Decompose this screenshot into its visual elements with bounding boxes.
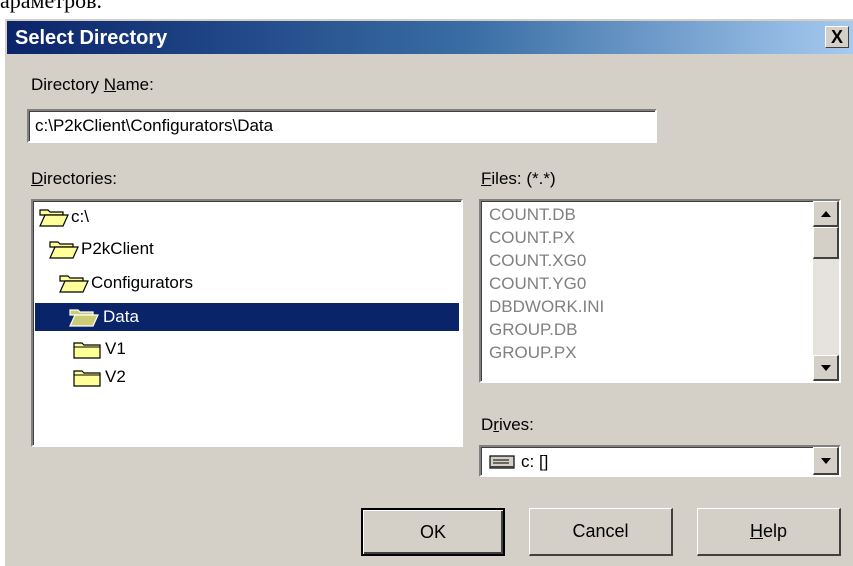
folder-open-icon — [49, 241, 79, 259]
chevron-down-icon — [821, 458, 831, 464]
dir-item-configurators[interactable]: Configurators — [55, 269, 295, 297]
close-button[interactable]: X — [825, 26, 849, 48]
drives-value: c: [] — [521, 452, 549, 471]
close-icon: X — [830, 27, 843, 47]
drives-select[interactable]: c: [] — [479, 445, 841, 477]
file-item[interactable]: COUNT.YG0 — [489, 272, 586, 295]
directory-name-input[interactable]: c:\P2kClient\Configurators\Data — [27, 109, 657, 143]
dialog-title: Select Directory — [15, 27, 168, 49]
drive-icon — [489, 455, 515, 469]
title-bar[interactable]: Select Directory X — [7, 21, 853, 54]
scroll-down-button[interactable] — [813, 355, 839, 381]
arrow-down-icon — [821, 365, 831, 371]
files-list[interactable]: COUNT.DB COUNT.PX COUNT.XG0 COUNT.YG0 DB… — [479, 199, 841, 383]
file-item[interactable]: COUNT.DB — [489, 203, 576, 226]
drives-label: Drives: — [481, 415, 534, 434]
scroll-thumb[interactable] — [813, 227, 839, 259]
folder-closed-icon — [73, 370, 101, 387]
files-label: Files: (*.*) — [481, 169, 556, 188]
directories-label: Directories: — [31, 169, 117, 188]
select-directory-dialog: Select Directory X Directory Name: c:\P2… — [4, 18, 853, 566]
folder-open-icon — [69, 309, 99, 327]
arrow-up-icon — [821, 211, 831, 217]
directory-name-label: Directory Name: — [31, 75, 154, 94]
directories-list[interactable]: c:\ P2kClient Configurators Data V1 V2 — [31, 199, 463, 447]
folder-closed-icon — [73, 342, 101, 359]
dir-item-p2kclient[interactable]: P2kClient — [45, 235, 245, 263]
file-item[interactable]: GROUP.DB — [489, 318, 578, 341]
cancel-button[interactable]: Cancel — [529, 508, 673, 556]
file-item[interactable]: COUNT.PX — [489, 226, 575, 249]
file-item[interactable]: COUNT.XG0 — [489, 249, 586, 272]
files-scrollbar[interactable] — [813, 201, 839, 381]
folder-open-icon — [39, 209, 69, 227]
background-text: араметров. — [0, 0, 102, 13]
file-item[interactable]: GROUP.PX — [489, 341, 577, 359]
dir-item-v2[interactable]: V2 — [69, 363, 269, 391]
ok-button[interactable]: OK — [361, 508, 505, 556]
folder-open-icon — [59, 275, 89, 293]
dir-item-data[interactable]: Data — [35, 303, 459, 331]
help-button[interactable]: Help — [697, 508, 841, 556]
scroll-up-button[interactable] — [813, 201, 839, 227]
file-item[interactable]: DBDWORK.INI — [489, 295, 604, 318]
dir-item-v1[interactable]: V1 — [69, 335, 269, 363]
dir-item-c[interactable]: c:\ — [35, 203, 235, 231]
drives-dropdown-button[interactable] — [813, 447, 839, 475]
